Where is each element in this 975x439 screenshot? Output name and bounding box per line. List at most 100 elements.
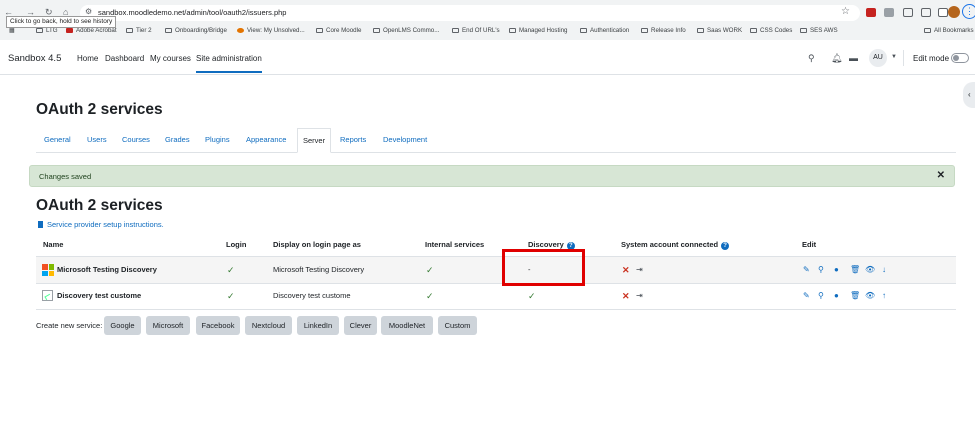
bookmarks-bar: ▦ LTG Adobe Acrobat Tier 2 Onboarding/Br… [0, 25, 975, 39]
site-name[interactable]: Sandbox 4.5 [8, 53, 61, 64]
user-avatar[interactable]: AU [869, 49, 887, 67]
login-check-icon: ✓ [227, 291, 235, 301]
login-check-icon: ✓ [227, 265, 235, 275]
nav-my-courses[interactable]: My courses [150, 54, 191, 63]
move-down-arrow-icon[interactable]: ↓ [882, 265, 886, 274]
apps-grid-icon[interactable]: ▦ [9, 27, 15, 34]
bookmark-item[interactable]: SES AWS [800, 27, 838, 34]
table-divider [36, 309, 956, 310]
notification-bell-icon[interactable]: 🔔︎ [831, 53, 842, 64]
edit-mode-label: Edit mode [913, 54, 950, 63]
create-service-label: Create new service: [36, 321, 103, 330]
create-microsoft-button[interactable]: Microsoft [146, 316, 190, 335]
tab-reports[interactable]: Reports [340, 135, 366, 144]
bookmark-item[interactable]: LTG [36, 27, 58, 34]
nav-home[interactable]: Home [77, 54, 98, 63]
not-connected-cross-icon: ✕ [622, 291, 630, 301]
microsoft-logo-icon [42, 264, 54, 276]
internal-check-icon: ✓ [426, 291, 434, 301]
display-name: Discovery test custome [273, 291, 351, 300]
custom-image-icon [42, 290, 53, 301]
messages-icon[interactable]: ▬ [849, 53, 858, 63]
tab-development[interactable]: Development [383, 135, 427, 144]
configure-endpoints-icon[interactable]: ⚲ [818, 265, 824, 274]
bookmark-item[interactable]: Authentication [580, 27, 629, 34]
edit-pencil-icon[interactable]: ✎ [803, 291, 810, 300]
browser-menu-icon[interactable]: ⋮ [962, 4, 975, 19]
header-system-account: System account connected? [621, 240, 730, 250]
tab-plugins[interactable]: Plugins [205, 135, 230, 144]
nav-dashboard[interactable]: Dashboard [105, 54, 144, 63]
bookmark-item[interactable]: OpenLMS Commo... [373, 27, 439, 34]
discovery-check-icon: ✓ [528, 291, 536, 301]
search-icon[interactable]: ⚲ [808, 53, 815, 64]
url-text: sandbox.moodledemo.net/admin/tool/oauth2… [98, 8, 287, 17]
tab-general[interactable]: General [44, 135, 71, 144]
user-field-mappings-icon[interactable]: ● [834, 291, 839, 300]
visibility-eye-icon[interactable]: 👁 [865, 291, 875, 300]
table-divider [36, 283, 956, 284]
delete-trash-icon[interactable]: 🗑 [850, 265, 860, 274]
display-name: Microsoft Testing Discovery [273, 265, 365, 274]
connect-system-account-icon[interactable]: ⇥ [636, 291, 643, 300]
address-bar[interactable]: ⚙ sandbox.moodledemo.net/admin/tool/oaut… [80, 5, 860, 21]
user-menu-caret-icon[interactable]: ▼ [891, 54, 897, 60]
section-title: OAuth 2 services [36, 197, 163, 214]
bookmark-item[interactable]: Tier 2 [126, 27, 152, 34]
connect-system-account-icon[interactable]: ⇥ [636, 265, 643, 274]
not-connected-cross-icon: ✕ [622, 265, 630, 275]
edit-pencil-icon[interactable]: ✎ [803, 265, 810, 274]
site-info-icon[interactable]: ⚙ [85, 7, 92, 16]
create-google-button[interactable]: Google [104, 316, 141, 335]
bookmark-star-icon[interactable]: ☆ [841, 6, 850, 17]
profile-avatar-icon[interactable] [948, 6, 960, 18]
bookmark-item[interactable]: CSS Codes [750, 27, 792, 34]
header-display: Display on login page as [273, 240, 361, 249]
nav-site-administration[interactable]: Site administration [196, 54, 262, 73]
alert-message: Changes saved [39, 172, 92, 181]
setup-instructions-link[interactable]: Service provider setup instructions. [38, 220, 164, 229]
tab-server[interactable]: Server [297, 128, 332, 153]
edit-mode-toggle[interactable] [951, 53, 969, 63]
extension-camera-icon[interactable] [884, 8, 894, 17]
all-bookmarks[interactable]: All Bookmarks [924, 27, 974, 34]
delete-trash-icon[interactable]: 🗑 [850, 291, 860, 300]
extension-box-icon[interactable] [903, 8, 913, 17]
help-question-icon[interactable]: ? [721, 242, 730, 250]
bookmark-item[interactable]: Saas WORK [697, 27, 742, 34]
visibility-eye-icon[interactable]: 👁 [865, 265, 875, 274]
bookmark-item[interactable]: Release Info [641, 27, 686, 34]
tab-courses[interactable]: Courses [122, 135, 150, 144]
create-nextcloud-button[interactable]: Nextcloud [245, 316, 292, 335]
divider [903, 50, 904, 66]
extensions-puzzle-icon[interactable] [921, 8, 931, 17]
tab-grades[interactable]: Grades [165, 135, 190, 144]
tab-users[interactable]: Users [87, 135, 107, 144]
internal-check-icon: ✓ [426, 265, 434, 275]
service-name: Microsoft Testing Discovery [57, 265, 157, 274]
browser-chrome: ← → ↻ ⌂ Click to go back, hold to see hi… [0, 0, 975, 40]
close-icon[interactable]: ✕ [937, 170, 945, 181]
sidepanel-icon[interactable] [938, 8, 948, 17]
tab-appearance[interactable]: Appearance [246, 135, 286, 144]
create-clever-button[interactable]: Clever [344, 316, 377, 335]
bookmark-item[interactable]: Managed Hosting [509, 27, 568, 34]
header-name: Name [43, 240, 64, 249]
bookmark-item[interactable]: Core Moodle [316, 27, 361, 34]
open-drawer-chevron-icon[interactable]: ‹ [963, 82, 975, 108]
create-facebook-button[interactable]: Facebook [196, 316, 240, 335]
extension-red-icon[interactable] [866, 8, 876, 17]
bookmark-item[interactable]: End Of URL's [452, 27, 500, 34]
bookmark-item[interactable]: Adobe Acrobat [66, 27, 117, 34]
back-tooltip: Click to go back, hold to see history [6, 16, 117, 28]
create-custom-button[interactable]: Custom [438, 316, 477, 335]
header-login: Login [226, 240, 247, 249]
user-field-mappings-icon[interactable]: ● [834, 265, 839, 274]
admin-tabs: General Users Courses Grades Plugins App… [36, 128, 956, 153]
create-moodlenet-button[interactable]: MoodleNet [381, 316, 433, 335]
configure-endpoints-icon[interactable]: ⚲ [818, 291, 824, 300]
create-linkedin-button[interactable]: LinkedIn [297, 316, 339, 335]
move-up-arrow-icon[interactable]: ↑ [882, 291, 886, 300]
bookmark-item[interactable]: Onboarding/Bridge [165, 27, 227, 34]
bookmark-item[interactable]: View: My Unsolved... [237, 27, 305, 34]
